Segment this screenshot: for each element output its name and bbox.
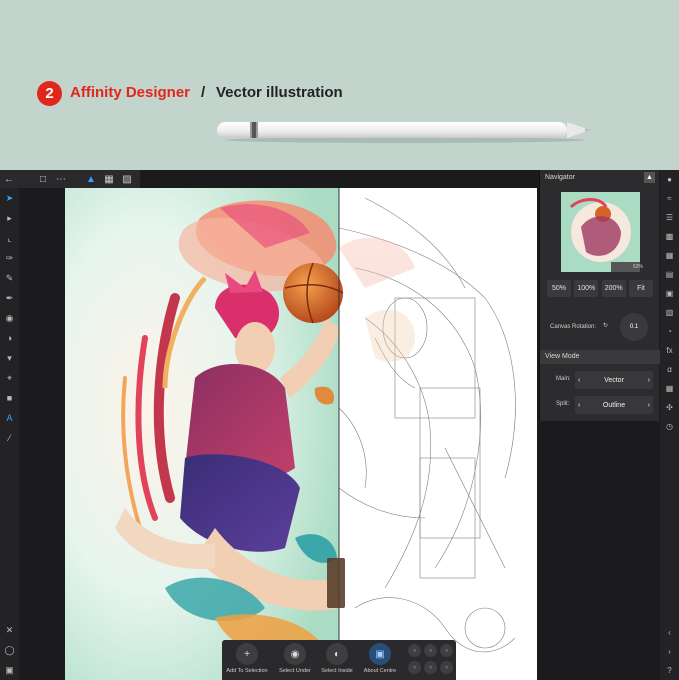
about-centre-button[interactable]: ▣ About Centre bbox=[360, 643, 400, 674]
right-studio-toolbar: ● ≈ ☰ ▩ ▦ ▤ ▣ ▧ ◔ fx α ▦ ✣ ◷ ‹ › ? bbox=[660, 170, 679, 680]
alignment-grid: ○ ○ ○ ○ ○ ○ bbox=[408, 644, 453, 676]
right-toolbar-bottom: ‹ › ? bbox=[660, 623, 679, 680]
main-mode-select[interactable]: ‹ Vector › bbox=[575, 371, 653, 389]
collapse-icon[interactable]: ‹ bbox=[660, 623, 679, 642]
align-icon[interactable]: ○ bbox=[440, 661, 453, 674]
transparency-tool-icon[interactable]: ◑ bbox=[0, 328, 19, 348]
select-under-button[interactable]: ◉ Select Under bbox=[275, 643, 315, 674]
fill-tool-icon[interactable]: ◉ bbox=[0, 308, 19, 328]
node-tool-icon[interactable]: ▸ bbox=[0, 208, 19, 228]
main-mode-value: Vector bbox=[604, 376, 624, 384]
chevron-right-icon[interactable]: › bbox=[648, 402, 650, 409]
add-to-selection-button[interactable]: + Add To Selection bbox=[226, 643, 268, 674]
align-icon[interactable]: ○ bbox=[408, 644, 421, 657]
zoom-100-button[interactable]: 100% bbox=[574, 280, 599, 297]
pixel-persona-icon[interactable]: ▦ bbox=[100, 170, 118, 188]
text-styles-icon[interactable]: ▤ bbox=[660, 265, 679, 284]
move-tool-icon[interactable]: ➤ bbox=[0, 188, 19, 208]
chevron-left-icon[interactable]: ‹ bbox=[578, 377, 580, 384]
select-inside-label: Select Inside bbox=[321, 668, 353, 674]
canvas-rotation-label: Canvas Rotation: bbox=[550, 324, 597, 330]
banner-subtitle: Vector illustration bbox=[216, 84, 343, 101]
title-separator: / bbox=[201, 84, 206, 101]
zoom-200-button[interactable]: 200% bbox=[601, 280, 626, 297]
step-badge: 2 bbox=[37, 81, 62, 106]
left-toolbar: ➤ ▸ ⌞ ✑ ✎ ✒ ◉ ◑ ▾ ⌖ ■ A ⁄ ✕ ◯ ▣ bbox=[0, 188, 19, 680]
help-icon[interactable]: ◯ bbox=[0, 640, 19, 660]
crop-tool-icon[interactable]: ⌖ bbox=[0, 368, 19, 388]
plus-icon: + bbox=[236, 643, 258, 665]
transform-icon[interactable]: fx bbox=[660, 341, 679, 360]
apple-pencil-image bbox=[217, 122, 593, 143]
layers-icon[interactable]: ☰ bbox=[660, 208, 679, 227]
designer-persona-icon[interactable]: ▲ bbox=[82, 170, 100, 188]
align-icon[interactable]: ○ bbox=[424, 661, 437, 674]
place-image-icon[interactable]: ▾ bbox=[0, 348, 19, 368]
pencil-tool-icon[interactable]: ✎ bbox=[0, 268, 19, 288]
select-inside-icon: ◐ bbox=[326, 643, 348, 665]
app-name: Affinity Designer bbox=[70, 84, 191, 101]
stroke-icon[interactable]: ≈ bbox=[660, 189, 679, 208]
artboard[interactable] bbox=[65, 188, 537, 680]
corner-tool-icon[interactable]: ⌞ bbox=[0, 228, 19, 248]
artistic-text-icon[interactable]: A bbox=[0, 408, 19, 428]
main-mode-label: Main: bbox=[556, 376, 571, 382]
transform-centre-icon: ▣ bbox=[369, 643, 391, 665]
rectangle-tool-icon[interactable]: ■ bbox=[0, 388, 19, 408]
vector-brush-icon[interactable]: ✒ bbox=[0, 288, 19, 308]
select-under-icon: ◉ bbox=[284, 643, 306, 665]
illustration-canvas bbox=[65, 188, 537, 680]
align-icon[interactable]: ○ bbox=[424, 644, 437, 657]
canvas-rotation-dial[interactable]: 0.1 bbox=[620, 313, 648, 341]
document-icon[interactable]: □ bbox=[34, 170, 52, 188]
header-banner: 2 Affinity Designer / Vector illustratio… bbox=[0, 0, 679, 170]
navigator-panel: Navigator ▲ 53% 50% 100% 200% Fit Canvas… bbox=[539, 170, 660, 421]
split-mode-select[interactable]: ‹ Outline › bbox=[575, 396, 653, 414]
eyedropper-icon[interactable]: ⁄ bbox=[0, 428, 19, 448]
split-mode-label: Split: bbox=[556, 401, 570, 407]
back-arrow-icon[interactable]: ← bbox=[0, 170, 18, 188]
stock-icon[interactable]: ▣ bbox=[660, 284, 679, 303]
navigator-thumbnail[interactable] bbox=[561, 192, 640, 272]
navigator-title: Navigator bbox=[545, 174, 575, 181]
rotation-reset-icon[interactable]: ↻ bbox=[603, 322, 608, 329]
pin-icon[interactable]: ▲ bbox=[644, 172, 655, 183]
split-mode-value: Outline bbox=[602, 401, 626, 409]
context-toolbar: + Add To Selection ◉ Select Under ◐ Sele… bbox=[222, 640, 456, 680]
select-inside-button[interactable]: ◐ Select Inside bbox=[317, 643, 357, 674]
zoom-50-button[interactable]: 50% bbox=[547, 280, 571, 297]
affinity-designer-app: ← □ ⋯ ▲ ▦ ▧ ➤ ▸ ⌞ ✑ ✎ ✒ ◉ ◑ ▾ ⌖ ■ A ⁄ ✕ … bbox=[0, 170, 679, 680]
align-icon[interactable]: ○ bbox=[408, 661, 421, 674]
select-under-label: Select Under bbox=[279, 668, 311, 674]
color-icon[interactable]: ● bbox=[660, 170, 679, 189]
trash-icon[interactable]: ▣ bbox=[0, 660, 19, 680]
glyph-icon[interactable]: α bbox=[660, 360, 679, 379]
constraints-icon[interactable]: ▦ bbox=[660, 379, 679, 398]
top-toolbar: ← □ ⋯ ▲ ▦ ▧ bbox=[0, 170, 140, 188]
navigator-icon[interactable]: ▧ bbox=[660, 303, 679, 322]
close-icon[interactable]: ✕ bbox=[0, 620, 19, 640]
expand-icon[interactable]: › bbox=[660, 642, 679, 661]
snapping-icon[interactable]: ✣ bbox=[660, 398, 679, 417]
about-centre-label: About Centre bbox=[363, 668, 397, 674]
help-icon[interactable]: ? bbox=[660, 661, 679, 680]
add-to-selection-label: Add To Selection bbox=[226, 668, 268, 674]
view-mode-title: View Mode bbox=[545, 353, 580, 360]
zoom-fit-button[interactable]: Fit bbox=[628, 280, 653, 297]
view-mode-header: View Mode bbox=[540, 350, 660, 364]
export-persona-icon[interactable]: ▧ bbox=[118, 170, 136, 188]
chevron-right-icon[interactable]: › bbox=[648, 377, 650, 384]
more-icon[interactable]: ⋯ bbox=[52, 170, 70, 188]
history-icon[interactable]: ◔ bbox=[660, 322, 679, 341]
effects-icon[interactable]: ▩ bbox=[660, 227, 679, 246]
assets-icon[interactable]: ◷ bbox=[660, 417, 679, 436]
styles-icon[interactable]: ▦ bbox=[660, 246, 679, 265]
chevron-left-icon[interactable]: ‹ bbox=[578, 402, 580, 409]
zoom-buttons: 50% 100% 200% Fit bbox=[547, 280, 653, 297]
navigator-preview bbox=[561, 192, 640, 272]
left-toolbar-bottom: ✕ ◯ ▣ bbox=[0, 620, 19, 680]
pen-tool-icon[interactable]: ✑ bbox=[0, 248, 19, 268]
align-icon[interactable]: ○ bbox=[440, 644, 453, 657]
zoom-percentage: 53% bbox=[633, 264, 644, 270]
